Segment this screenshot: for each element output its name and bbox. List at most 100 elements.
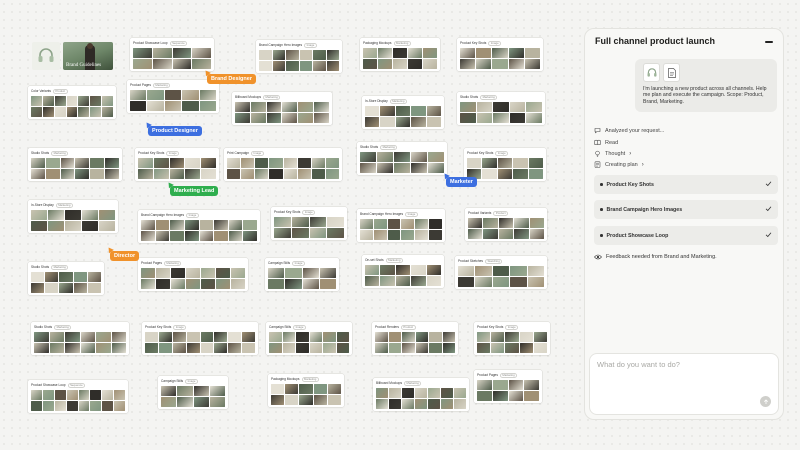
board-thumbnail[interactable] — [31, 390, 42, 400]
board-thumbnail[interactable] — [250, 113, 266, 123]
board-thumbnail[interactable] — [291, 217, 309, 227]
board-thumbnail[interactable] — [96, 343, 111, 353]
board-thumbnail[interactable] — [65, 210, 81, 220]
board-thumbnail[interactable] — [411, 276, 426, 286]
board-thumbnail[interactable] — [505, 343, 519, 353]
board-thumbnail[interactable] — [99, 210, 115, 220]
board-thumbnail[interactable] — [524, 391, 539, 401]
board-thumbnail[interactable] — [497, 158, 513, 168]
board-thumbnail[interactable] — [429, 230, 442, 240]
board-thumbnail[interactable] — [460, 102, 476, 112]
board-thumbnail[interactable] — [285, 268, 302, 278]
board-thumbnail[interactable] — [467, 158, 482, 168]
board-thumbnail[interactable] — [402, 388, 414, 398]
board-thumbnail[interactable] — [468, 218, 483, 228]
board-thumbnail[interactable] — [75, 169, 90, 179]
board-thumbnail[interactable] — [80, 332, 95, 342]
board-thumbnail[interactable] — [411, 117, 426, 127]
canvas-board[interactable]: On-set Shots Marketing — [362, 255, 444, 288]
plan-item[interactable]: Product Showcase Loop — [594, 226, 778, 245]
board-thumbnail[interactable] — [271, 395, 285, 405]
board-thumbnail[interactable] — [66, 390, 78, 400]
board-thumbnail[interactable] — [269, 343, 282, 353]
board-thumbnail[interactable] — [524, 48, 540, 58]
board-thumbnail[interactable] — [395, 106, 411, 116]
board-thumbnail[interactable] — [31, 107, 42, 117]
board-thumbnail[interactable] — [325, 158, 339, 168]
board-thumbnail[interactable] — [402, 332, 415, 342]
board-thumbnail[interactable] — [105, 158, 119, 168]
board-thumbnail[interactable] — [327, 217, 344, 227]
canvas-board[interactable]: In-Store Display Marketing — [362, 96, 444, 129]
board-thumbnail[interactable] — [365, 265, 380, 275]
plan-item[interactable]: Product Key Shots — [594, 175, 778, 194]
board-thumbnail[interactable] — [114, 401, 125, 411]
board-thumbnail[interactable] — [389, 388, 401, 398]
board-thumbnail[interactable] — [313, 395, 327, 405]
board-thumbnail[interactable] — [214, 220, 228, 230]
board-thumbnail[interactable] — [460, 113, 476, 123]
board-thumbnail[interactable] — [309, 343, 322, 353]
board-thumbnail[interactable] — [271, 384, 285, 394]
board-thumbnail[interactable] — [42, 390, 54, 400]
board-thumbnail[interactable] — [376, 399, 388, 409]
board-thumbnail[interactable] — [428, 163, 444, 173]
board-thumbnail[interactable] — [323, 332, 336, 342]
board-thumbnail[interactable] — [492, 266, 510, 276]
board-thumbnail[interactable] — [250, 102, 266, 112]
board-thumbnail[interactable] — [513, 169, 528, 179]
board-thumbnail[interactable] — [133, 59, 152, 69]
board-thumbnail[interactable] — [73, 272, 87, 282]
board-thumbnail[interactable] — [285, 384, 299, 394]
brand-guidelines-image[interactable]: Brand Guidelines — [63, 42, 113, 70]
board-thumbnail[interactable] — [365, 276, 380, 286]
board-thumbnail[interactable] — [454, 388, 466, 398]
board-thumbnail[interactable] — [102, 96, 113, 106]
board-thumbnail[interactable] — [138, 158, 153, 168]
board-thumbnail[interactable] — [78, 390, 90, 400]
board-thumbnail[interactable] — [153, 169, 169, 179]
board-thumbnail[interactable] — [199, 90, 216, 100]
board-thumbnail[interactable] — [235, 102, 250, 112]
board-thumbnail[interactable] — [360, 219, 373, 229]
board-thumbnail[interactable] — [476, 113, 493, 123]
board-thumbnail[interactable] — [509, 102, 526, 112]
board-thumbnail[interactable] — [228, 332, 242, 342]
board-thumbnail[interactable] — [147, 90, 164, 100]
board-thumbnail[interactable] — [228, 220, 243, 230]
board-thumbnail[interactable] — [186, 279, 200, 289]
board-thumbnail[interactable] — [54, 96, 66, 106]
board-thumbnail[interactable] — [228, 231, 243, 241]
board-thumbnail[interactable] — [169, 158, 185, 168]
board-thumbnail[interactable] — [529, 218, 544, 228]
canvas-board[interactable]: Brand Campaign Hero Images Image — [256, 40, 342, 73]
board-thumbnail[interactable] — [395, 276, 411, 286]
board-thumbnail[interactable] — [259, 50, 272, 60]
board-thumbnail[interactable] — [242, 343, 255, 353]
board-thumbnail[interactable] — [200, 332, 214, 342]
canvas-board[interactable]: Campaign Stills Image — [266, 322, 352, 355]
canvas-board[interactable]: Brand Campaign Hero Images Image — [357, 209, 445, 242]
board-thumbnail[interactable] — [377, 163, 393, 173]
board-thumbnail[interactable] — [199, 220, 214, 230]
board-thumbnail[interactable] — [510, 266, 527, 276]
board-thumbnail[interactable] — [505, 332, 519, 342]
canvas-board[interactable]: In-Store Display Marketing — [28, 200, 118, 233]
board-thumbnail[interactable] — [156, 279, 170, 289]
board-thumbnail[interactable] — [533, 332, 547, 342]
board-thumbnail[interactable] — [309, 332, 322, 342]
board-thumbnail[interactable] — [145, 343, 158, 353]
board-thumbnail[interactable] — [299, 61, 312, 71]
board-thumbnail[interactable] — [415, 388, 427, 398]
board-thumbnail[interactable] — [283, 169, 297, 179]
board-thumbnail[interactable] — [415, 230, 429, 240]
infinite-canvas[interactable]: Brand Guidelines Product Showcase Loop Se… — [0, 0, 580, 450]
board-thumbnail[interactable] — [323, 343, 336, 353]
board-thumbnail[interactable] — [192, 59, 211, 69]
board-thumbnail[interactable] — [87, 283, 101, 293]
board-thumbnail[interactable] — [393, 59, 407, 69]
board-thumbnail[interactable] — [235, 113, 250, 123]
board-thumbnail[interactable] — [423, 59, 437, 69]
board-thumbnail[interactable] — [54, 401, 66, 411]
board-thumbnail[interactable] — [297, 158, 311, 168]
